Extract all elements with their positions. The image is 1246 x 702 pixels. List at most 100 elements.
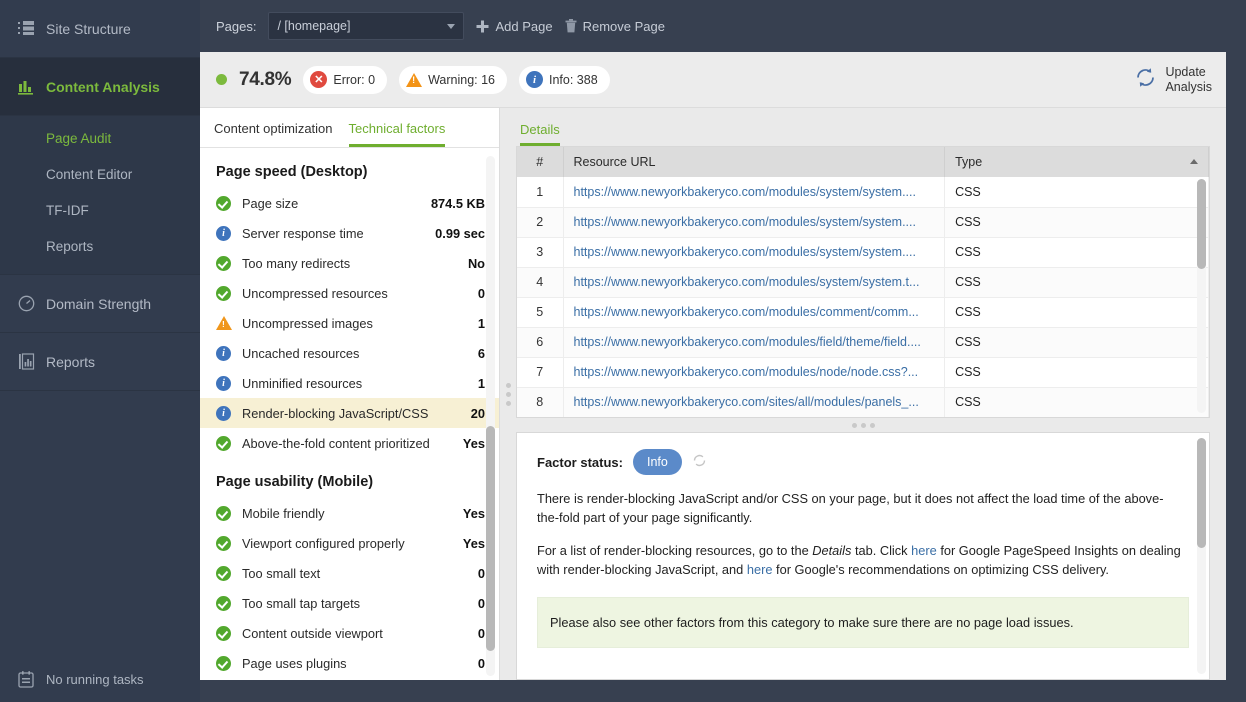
table-row[interactable]: 4 https://www.newyorkbakeryco.com/modules… [517,267,1210,298]
scrollbar-thumb[interactable] [486,426,495,651]
row-url[interactable]: https://www.newyorkbakeryco.com/modules/… [563,297,946,328]
factor-row[interactable]: Page size 874.5 KB [200,188,499,218]
status-info-icon: i [216,345,242,361]
row-url[interactable]: https://www.newyorkbakeryco.com/sites/al… [563,387,946,417]
factor-row-selected[interactable]: i Render-blocking JavaScript/CSS 20 [200,398,499,428]
factor-name: Above-the-fold content prioritized [242,435,430,451]
resource-url-link[interactable]: https://www.newyorkbakeryco.com/modules/… [574,275,920,289]
gauge-icon [18,295,46,312]
error-badge[interactable]: ✕ Error: 0 [303,65,388,94]
sidebar-item-page-audit[interactable]: Page Audit [0,120,200,156]
tab-technical-factors[interactable]: Technical factors [348,121,446,147]
factor-row[interactable]: Content outside viewport 0 [200,618,499,648]
sidebar-subitem-label: Content Editor [46,166,133,182]
running-tasks-status[interactable]: No running tasks [0,656,200,702]
resource-url-link[interactable]: https://www.newyorkbakeryco.com/sites/al… [574,395,919,409]
bottom-strip [200,680,1226,702]
vertical-splitter[interactable] [500,108,516,680]
status-badge[interactable]: Info [632,449,682,475]
factor-row[interactable]: Page uses plugins 0 [200,648,499,678]
sidebar-item-content-analysis[interactable]: Content Analysis [0,58,200,116]
table-row[interactable]: 6 https://www.newyorkbakeryco.com/modules… [517,327,1210,358]
page-select-value: / [homepage] [277,19,351,33]
factor-group-title: Page speed (Desktop) [216,164,368,180]
row-url[interactable]: https://www.newyorkbakeryco.com/modules/… [563,177,946,208]
table-row[interactable]: 8 https://www.newyorkbakeryco.com/sites/a… [517,387,1210,417]
factor-value: 0.99 sec [435,225,485,241]
update-analysis-button[interactable]: Update Analysis [1134,65,1212,95]
sidebar-item-domain-strength[interactable]: Domain Strength [0,275,200,333]
resource-url-link[interactable]: https://www.newyorkbakeryco.com/modules/… [574,365,919,379]
factor-value: 874.5 KB [430,195,485,211]
factor-row[interactable]: Uncompressed images 1 [200,308,499,338]
tab-details[interactable]: Details [520,122,560,146]
column-header-number[interactable]: # [517,147,564,177]
sidebar-item-tf-idf[interactable]: TF-IDF [0,192,200,228]
row-url[interactable]: https://www.newyorkbakeryco.com/modules/… [563,327,946,358]
scrollbar-thumb[interactable] [1197,179,1207,269]
info-badge[interactable]: i Info: 388 [519,65,610,94]
row-url[interactable]: https://www.newyorkbakeryco.com/modules/… [563,267,946,298]
add-page-button[interactable]: Add Page [476,19,553,34]
resource-url-link[interactable]: https://www.newyorkbakeryco.com/modules/… [574,305,919,319]
column-header-resource-url[interactable]: Resource URL [563,147,946,177]
factor-row[interactable]: i Unminified resources 1 [200,368,499,398]
factor-value: 0 [477,565,485,581]
info-label: Info: 388 [549,72,598,87]
factor-row[interactable]: Mobile friendly Yes [200,498,499,528]
sidebar-item-reports[interactable]: Reports [0,333,200,391]
factor-value: No [467,255,485,271]
refresh-small-icon[interactable] [692,453,707,471]
factor-list-scrollbar[interactable] [486,156,495,676]
row-number: 2 [517,207,564,238]
pagespeed-insights-link[interactable]: here [911,543,937,558]
warning-badge[interactable]: Warning: 16 [399,65,507,94]
factor-row[interactable]: Viewport configured properly Yes [200,528,499,558]
row-url[interactable]: https://www.newyorkbakeryco.com/modules/… [563,207,946,238]
factor-row[interactable]: i Uncached resources 6 [200,338,499,368]
sidebar-item-label: Reports [46,353,96,370]
chevron-down-icon [447,23,456,29]
column-header-type[interactable]: Type [944,147,1210,177]
row-url[interactable]: https://www.newyorkbakeryco.com/modules/… [563,357,946,388]
table-row[interactable]: 1 https://www.newyorkbakeryco.com/modules… [517,177,1210,208]
table-row[interactable]: 5 https://www.newyorkbakeryco.com/modules… [517,297,1210,328]
factor-list: Page speed (Desktop) Page size 874.5 KB i… [200,148,499,680]
sidebar-item-reports-sub[interactable]: Reports [0,228,200,264]
status-ok-icon [216,505,242,521]
row-url[interactable]: https://www.newyorkbakeryco.com/modules/… [563,237,946,268]
remove-page-button[interactable]: Remove Page [565,19,665,34]
report-icon [18,353,46,370]
factor-value: 0 [477,655,485,671]
scrollbar-thumb[interactable] [1197,438,1207,548]
factor-row[interactable]: i Server response time 0.99 sec [200,218,499,248]
factor-description-p1: There is render-blocking JavaScript and/… [537,491,1164,525]
splitter-handle-icon [851,422,875,428]
tab-content-optimization[interactable]: Content optimization [214,121,333,147]
details-tabs: Details [516,108,1210,146]
table-scrollbar[interactable] [1197,179,1207,413]
factor-row[interactable]: Too small text 0 [200,558,499,588]
p2-text-a: For a list of render-blocking resources,… [537,543,813,558]
resource-url-link[interactable]: https://www.newyorkbakeryco.com/modules/… [574,245,916,259]
status-box-scrollbar[interactable] [1197,438,1207,674]
update-analysis-label: Update Analysis [1165,64,1212,94]
sidebar-item-site-structure[interactable]: Site Structure [0,0,200,58]
row-type: CSS [944,207,1210,238]
resource-url-link[interactable]: https://www.newyorkbakeryco.com/modules/… [574,215,916,229]
horizontal-splitter[interactable] [516,418,1210,432]
factor-row[interactable]: Above-the-fold content prioritized Yes [200,428,499,458]
refresh-icon [1134,66,1157,93]
factor-row[interactable]: Too many redirects No [200,248,499,278]
resource-url-link[interactable]: https://www.newyorkbakeryco.com/modules/… [574,335,921,349]
page-select-dropdown[interactable]: / [homepage] [268,12,465,40]
sidebar-item-content-editor[interactable]: Content Editor [0,156,200,192]
table-row[interactable]: 7 https://www.newyorkbakeryco.com/modules… [517,357,1210,388]
table-row[interactable]: 3 https://www.newyorkbakeryco.com/modules… [517,237,1210,268]
factor-value: 0 [477,285,485,301]
table-row[interactable]: 2 https://www.newyorkbakeryco.com/modules… [517,207,1210,238]
factor-row[interactable]: Too small tap targets 0 [200,588,499,618]
factor-row[interactable]: Uncompressed resources 0 [200,278,499,308]
css-delivery-link[interactable]: here [747,562,773,577]
resource-url-link[interactable]: https://www.newyorkbakeryco.com/modules/… [574,185,916,199]
